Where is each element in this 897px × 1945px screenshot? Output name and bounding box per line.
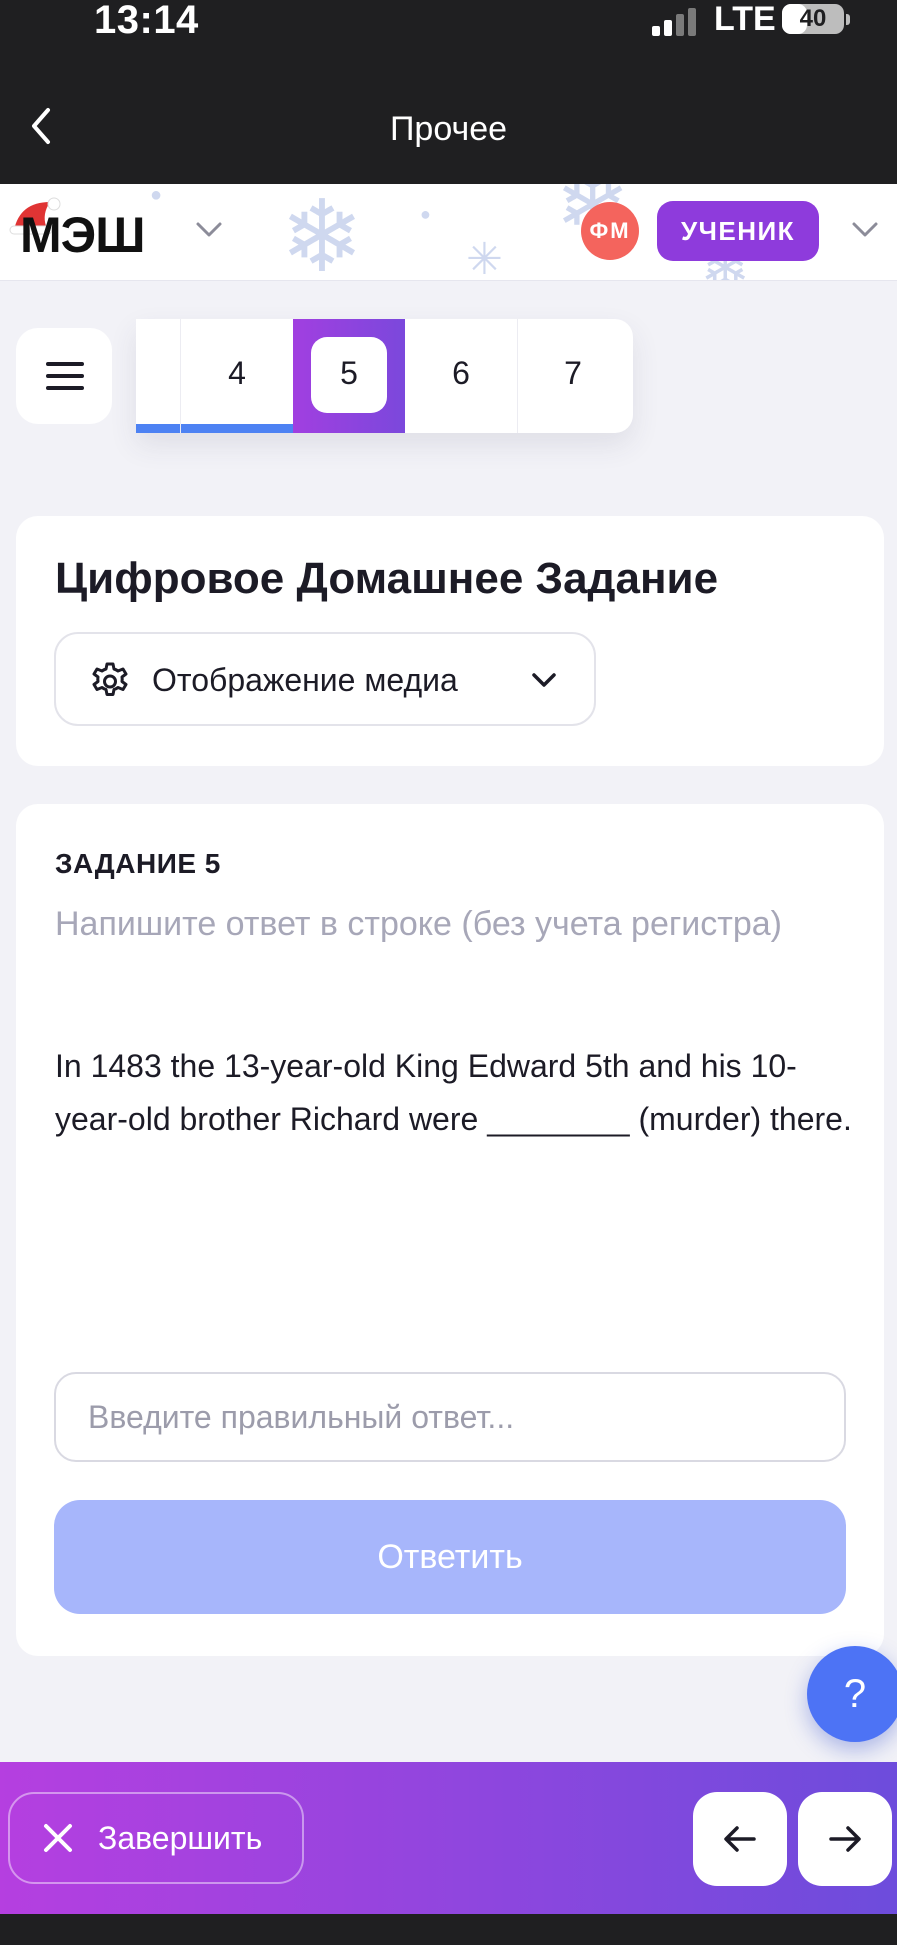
nav-title: Прочее	[389, 110, 508, 148]
finish-button[interactable]: Завершить	[8, 1792, 304, 1884]
answer-input[interactable]	[54, 1372, 846, 1462]
task-tab-7[interactable]: 7	[517, 319, 629, 433]
mesh-logo[interactable]: МЭШ	[20, 206, 145, 264]
task-completed-bar	[181, 424, 293, 433]
battery-level: 40	[799, 5, 827, 32]
task-card: ЗАДАНИЕ 5 Напишите ответ в строке (без у…	[16, 804, 884, 1656]
snowflake-icon: ❄	[280, 184, 364, 281]
task-tab-label: 4	[228, 355, 246, 391]
battery-icon: 40	[782, 4, 844, 34]
footer-bar: Завершить	[0, 1762, 897, 1914]
nav-bar: Прочее	[0, 60, 897, 184]
page-title: Цифровое Домашнее Задание	[55, 554, 719, 603]
task-question: In 1483 the 13-year-old King Edward 5th …	[55, 1048, 852, 1137]
task-tab[interactable]	[136, 319, 181, 433]
media-display-dropdown[interactable]: Отображение медиа	[54, 632, 596, 726]
role-button[interactable]: УЧЕНИК	[657, 201, 819, 261]
task-tab-5[interactable]: 5	[293, 319, 405, 433]
brand-bar: ❄ ✳ ❄ ❄ ● ● МЭШ ФМ УЧЕНИК	[0, 184, 897, 281]
finish-label: Завершить	[98, 1820, 263, 1856]
chevron-down-icon[interactable]	[850, 218, 880, 242]
next-task-button[interactable]	[798, 1792, 892, 1886]
task-tabs: 4 5 6 7	[136, 319, 633, 433]
close-icon	[44, 1824, 72, 1852]
network-type: LTE	[714, 0, 776, 38]
battery-tip	[846, 14, 850, 25]
help-button[interactable]: ?	[807, 1646, 897, 1742]
arrow-left-icon	[724, 1826, 756, 1852]
previous-task-button[interactable]	[693, 1792, 787, 1886]
task-number: ЗАДАНИЕ 5	[55, 848, 221, 879]
arrow-right-icon	[829, 1826, 861, 1852]
task-tab-label: 5	[340, 355, 358, 391]
avatar[interactable]: ФМ	[581, 202, 639, 260]
signal-icon	[652, 6, 698, 36]
status-bar: 13:14 LTE 40	[0, 0, 897, 60]
task-tab-label: 7	[564, 355, 582, 391]
header-card: Цифровое Домашнее Задание Отображение ме…	[16, 516, 884, 766]
status-time: 13:14	[94, 0, 199, 42]
menu-button[interactable]	[16, 328, 112, 424]
task-tab-label: 6	[452, 355, 470, 391]
home-indicator-area	[0, 1914, 897, 1945]
chevron-down-icon[interactable]	[194, 218, 224, 242]
snowflake-icon: ●	[420, 204, 431, 224]
task-hint: Напишите ответ в строке (без учета регис…	[55, 905, 782, 943]
snowflake-icon: ●	[150, 184, 163, 206]
media-display-label: Отображение медиа	[152, 662, 458, 698]
gear-icon	[92, 662, 128, 696]
chevron-down-icon	[532, 673, 556, 687]
snowflake-icon: ✳	[466, 235, 503, 281]
submit-answer-button[interactable]: Ответить	[54, 1500, 846, 1614]
task-tab-6[interactable]: 6	[405, 319, 518, 433]
task-completed-bar	[136, 424, 180, 433]
task-tab-4[interactable]: 4	[181, 319, 294, 433]
